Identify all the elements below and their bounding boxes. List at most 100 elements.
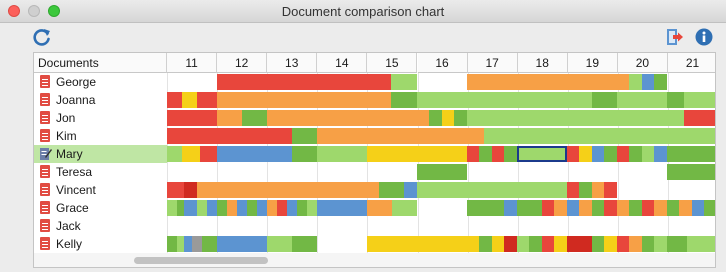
comparison-segment[interactable] — [200, 146, 217, 162]
comparison-segment[interactable] — [367, 236, 479, 252]
document-row-teresa[interactable]: Teresa — [34, 163, 167, 181]
column-header[interactable]: 19 — [567, 53, 618, 73]
comparison-segment[interactable] — [667, 92, 684, 108]
comparison-segment[interactable] — [277, 200, 287, 216]
comparison-segment[interactable] — [629, 146, 642, 162]
comparison-segment[interactable] — [391, 92, 417, 108]
comparison-segment[interactable] — [184, 182, 197, 198]
comparison-segment[interactable] — [367, 200, 392, 216]
comparison-segment[interactable] — [217, 74, 391, 90]
comparison-segment[interactable] — [604, 236, 617, 252]
comparison-segment[interactable] — [182, 146, 200, 162]
comparison-segment[interactable] — [604, 182, 617, 198]
comparison-segment[interactable] — [237, 200, 247, 216]
comparison-segment[interactable] — [217, 236, 267, 252]
comparison-segment[interactable] — [197, 200, 207, 216]
documents-column-header[interactable]: Documents — [34, 53, 167, 73]
comparison-segment[interactable] — [182, 92, 197, 108]
comparison-segment[interactable] — [679, 200, 692, 216]
export-icon[interactable] — [664, 27, 684, 47]
selected-cell[interactable] — [517, 146, 567, 162]
comparison-segment[interactable] — [592, 200, 604, 216]
horizontal-scrollbar[interactable] — [34, 253, 715, 267]
comparison-segment[interactable] — [292, 146, 317, 162]
comparison-segment[interactable] — [617, 200, 629, 216]
column-header[interactable]: 21 — [668, 53, 715, 73]
document-row-vincent[interactable]: Vincent — [34, 181, 167, 199]
comparison-segment[interactable] — [417, 164, 467, 180]
column-header[interactable]: 20 — [617, 53, 668, 73]
column-header[interactable]: 15 — [367, 53, 418, 73]
comparison-segment[interactable] — [479, 146, 492, 162]
column-header[interactable]: 12 — [217, 53, 268, 73]
comparison-segment[interactable] — [292, 128, 317, 144]
comparison-segment[interactable] — [467, 110, 684, 126]
comparison-segment[interactable] — [217, 200, 227, 216]
comparison-segment[interactable] — [167, 128, 292, 144]
comparison-segment[interactable] — [417, 182, 567, 198]
comparison-segment[interactable] — [167, 110, 217, 126]
comparison-segment[interactable] — [517, 236, 529, 252]
comparison-segment[interactable] — [307, 200, 317, 216]
comparison-segment[interactable] — [592, 236, 604, 252]
comparison-segment[interactable] — [184, 236, 192, 252]
comparison-segment[interactable] — [207, 200, 217, 216]
comparison-segment[interactable] — [667, 236, 687, 252]
document-row-joanna[interactable]: Joanna — [34, 91, 167, 109]
comparison-segment[interactable] — [267, 200, 277, 216]
scrollbar-thumb[interactable] — [134, 257, 268, 264]
comparison-segment[interactable] — [629, 200, 642, 216]
comparison-segment[interactable] — [267, 236, 292, 252]
comparison-segment[interactable] — [454, 110, 467, 126]
document-row-jack[interactable]: Jack — [34, 217, 167, 235]
document-row-george[interactable]: George — [34, 73, 167, 91]
comparison-segment[interactable] — [297, 200, 307, 216]
comparison-segment[interactable] — [404, 182, 417, 198]
comparison-segment[interactable] — [167, 200, 177, 216]
comparison-segment[interactable] — [257, 200, 267, 216]
comparison-segment[interactable] — [592, 92, 617, 108]
comparison-segment[interactable] — [177, 236, 184, 252]
document-row-grace[interactable]: Grace — [34, 199, 167, 217]
comparison-segment[interactable] — [367, 146, 467, 162]
comparison-segment[interactable] — [704, 200, 715, 216]
comparison-segment[interactable] — [687, 236, 715, 252]
comparison-segment[interactable] — [554, 236, 567, 252]
comparison-segment[interactable] — [629, 74, 642, 90]
comparison-segment[interactable] — [167, 236, 177, 252]
comparison-segment[interactable] — [567, 146, 579, 162]
comparison-segment[interactable] — [667, 146, 715, 162]
comparison-segment[interactable] — [504, 200, 517, 216]
comparison-segment[interactable] — [492, 146, 504, 162]
comparison-segment[interactable] — [592, 146, 604, 162]
comparison-segment[interactable] — [617, 236, 629, 252]
comparison-segment[interactable] — [317, 146, 367, 162]
comparison-segment[interactable] — [467, 128, 484, 144]
comparison-segment[interactable] — [567, 236, 592, 252]
document-row-mary[interactable]: Mary — [34, 145, 167, 163]
comparison-segment[interactable] — [604, 200, 617, 216]
comparison-segment[interactable] — [654, 236, 667, 252]
comparison-segment[interactable] — [504, 146, 517, 162]
comparison-segment[interactable] — [287, 200, 297, 216]
comparison-segment[interactable] — [579, 200, 592, 216]
comparison-segment[interactable] — [642, 74, 654, 90]
comparison-segment[interactable] — [579, 182, 592, 198]
comparison-segment[interactable] — [317, 128, 467, 144]
comparison-segment[interactable] — [517, 200, 542, 216]
comparison-segment[interactable] — [542, 236, 554, 252]
comparison-segment[interactable] — [429, 110, 442, 126]
comparison-segment[interactable] — [177, 200, 184, 216]
comparison-segment[interactable] — [554, 200, 567, 216]
comparison-segment[interactable] — [467, 74, 629, 90]
comparison-segment[interactable] — [192, 236, 202, 252]
info-icon[interactable] — [694, 27, 714, 47]
comparison-segment[interactable] — [267, 110, 429, 126]
comparison-segment[interactable] — [379, 182, 404, 198]
comparison-segment[interactable] — [654, 200, 667, 216]
comparison-segment[interactable] — [629, 236, 642, 252]
comparison-segment[interactable] — [617, 146, 629, 162]
comparison-segment[interactable] — [592, 182, 604, 198]
comparison-segment[interactable] — [604, 146, 617, 162]
comparison-segment[interactable] — [197, 92, 217, 108]
